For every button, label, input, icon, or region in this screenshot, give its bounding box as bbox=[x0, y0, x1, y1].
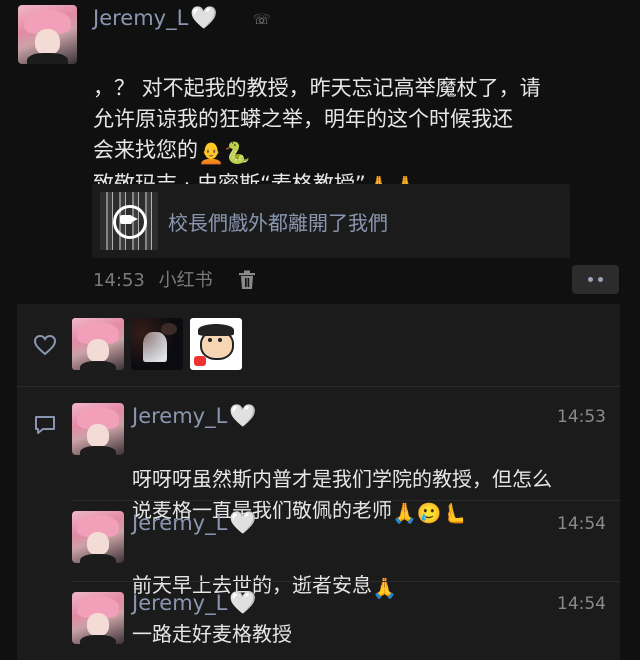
comment-text-3: 一路走好麦格教授 bbox=[132, 622, 292, 646]
like-avatar-3[interactable] bbox=[190, 318, 242, 370]
comment-author-2-text: Jeremy_L bbox=[132, 511, 228, 535]
comment-avatar-2[interactable] bbox=[72, 511, 124, 563]
link-thumbnail bbox=[100, 192, 158, 250]
post-author-name-text: Jeremy_L bbox=[93, 6, 189, 30]
comment-time-2: 14:54 bbox=[557, 514, 606, 534]
white-heart-emoji: 🤍 bbox=[229, 591, 257, 616]
post-author-name[interactable]: Jeremy_L🤍 bbox=[93, 6, 218, 31]
trash-icon[interactable] bbox=[238, 270, 256, 294]
post-emoji-group-1: 🧑‍🦲🐍 bbox=[198, 141, 251, 165]
comment-divider-1 bbox=[72, 500, 620, 501]
comment-2-emoji: 🙏 bbox=[372, 576, 397, 600]
post-text-line3-row: 会来找您的🧑‍🦲🐍 bbox=[93, 135, 633, 169]
post-meta: 14:53 小红书 bbox=[93, 266, 213, 292]
white-heart-emoji: 🤍 bbox=[229, 404, 257, 429]
comment-divider-2 bbox=[72, 581, 620, 582]
like-avatar-2[interactable] bbox=[131, 318, 183, 370]
comment-author-2[interactable]: Jeremy_L🤍 bbox=[132, 511, 257, 536]
comment-author-1-text: Jeremy_L bbox=[132, 404, 228, 428]
more-dots-icon[interactable] bbox=[572, 265, 619, 294]
comment-avatar-1[interactable] bbox=[72, 403, 124, 455]
like-avatar-1[interactable] bbox=[72, 318, 124, 370]
white-heart-emoji: 🤍 bbox=[229, 511, 257, 536]
comment-bubble-icon bbox=[33, 414, 57, 440]
white-heart-emoji: 🤍 bbox=[190, 6, 218, 31]
link-title: 校長們戲外都離開了我們 bbox=[168, 211, 388, 235]
post-author-avatar[interactable] bbox=[18, 5, 77, 64]
post-source[interactable]: 小红书 bbox=[159, 270, 213, 291]
comment-author-1[interactable]: Jeremy_L🤍 bbox=[132, 404, 257, 429]
post-time: 14:53 bbox=[93, 270, 145, 291]
comment-author-3-text: Jeremy_L bbox=[132, 591, 228, 615]
post-text-line3: 会来找您的 bbox=[93, 138, 198, 162]
video-camera-icon bbox=[120, 215, 138, 224]
post-text-line2: 允许原谅我的狂蟒之举，明年的这个时候我还 bbox=[93, 107, 513, 131]
comment-avatar-3[interactable] bbox=[72, 592, 124, 644]
comment-1-line1: 呀呀呀虽然斯内普才是我们学院的教授，但怎么 bbox=[132, 467, 552, 491]
comment-1-emoji: 🙏🥲🫷 bbox=[392, 501, 467, 525]
comment-author-3[interactable]: Jeremy_L🤍 bbox=[132, 591, 257, 616]
heart-outline-icon bbox=[33, 334, 57, 360]
comment-time-1: 14:53 bbox=[557, 407, 606, 427]
post-text-line1: ，？ 对不起我的教授，昨天忘记高举魔杖了，请 bbox=[93, 76, 541, 100]
phone-icon: ☏ bbox=[253, 12, 271, 28]
comment-time-3: 14:54 bbox=[557, 594, 606, 614]
shared-link-card[interactable]: 校長們戲外都離開了我們 bbox=[92, 184, 570, 258]
likes-divider bbox=[17, 386, 620, 387]
